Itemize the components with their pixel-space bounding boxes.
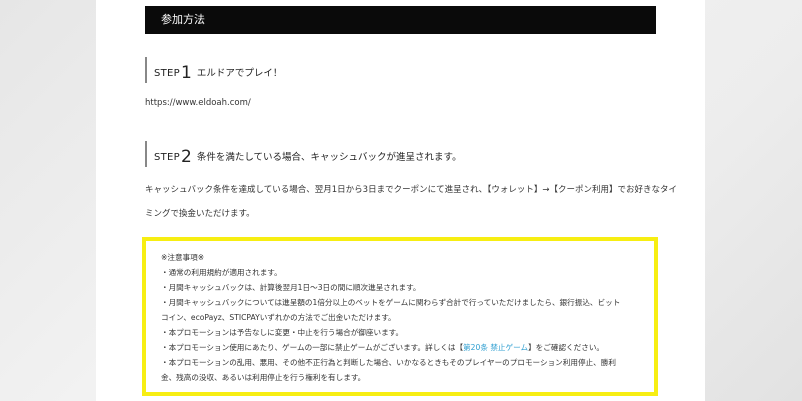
prohibited-games-link[interactable]: 第20条 禁止ゲーム xyxy=(463,343,528,352)
notice-line-4: コイン、ecoPayz、STICPAYいずれかの方法でご出金いただけます。 xyxy=(161,313,396,322)
step-1-number: 1 xyxy=(181,63,192,83)
step-2-heading: STEP 2 条件を満たしている場合、キャッシュバックが進呈されます。 xyxy=(145,141,462,167)
notice-line-6-pre: ・本プロモーション使用にあたり、ゲームの一部に禁止ゲームがございます。詳しくは【 xyxy=(161,343,464,352)
notice-line-1: ・通常の利用規約が適用されます。 xyxy=(161,268,282,277)
notice-line-7: ・本プロモーションの乱用、悪用、その他不正行為と判断した場合、いかなるときもその… xyxy=(161,358,616,367)
description-line-2: ミングで換金いただけます。 xyxy=(145,209,255,219)
notice-line-8: 金、残高の没収、あるいは利用停止を行う権利を有します。 xyxy=(161,373,366,382)
section-title: 参加方法 xyxy=(161,13,205,26)
notice-line-6-post: 】をご確認ください。 xyxy=(528,343,605,352)
step-2-label: STEP xyxy=(154,152,181,163)
notice-line-3: ・月間キャッシュバックについては進呈額の1倍分以上のベットをゲームに関わらず合計… xyxy=(161,298,621,307)
notice-line-2: ・月間キャッシュバックは、計算後翌月1日～3日の間に順次進呈されます。 xyxy=(161,283,421,292)
step-1-heading: STEP 1 エルドアでプレイ！ xyxy=(145,57,282,83)
step-1-label: STEP xyxy=(154,68,181,79)
step-2-number: 2 xyxy=(181,147,192,167)
section-header: 参加方法 xyxy=(145,6,656,34)
site-url: https://www.eldoah.com/ xyxy=(145,98,251,108)
notice-box: ※注意事項※ ・通常の利用規約が適用されます。 ・月間キャッシュバックは、計算後… xyxy=(142,237,658,396)
notice-line-6: ・本プロモーション使用にあたり、ゲームの一部に禁止ゲームがございます。詳しくは【… xyxy=(161,342,604,353)
step-2-text: 条件を満たしている場合、キャッシュバックが進呈されます。 xyxy=(196,152,462,163)
notice-line-5: ・本プロモーションは予告なしに変更・中止を行う場合が御座います。 xyxy=(161,328,404,337)
description-line-1: キャッシュバック条件を達成している場合、翌月1日から3日までクーポンにて進呈され… xyxy=(145,185,678,195)
step-1-text: エルドアでプレイ！ xyxy=(196,68,283,79)
notice-heading: ※注意事項※ xyxy=(161,253,205,262)
